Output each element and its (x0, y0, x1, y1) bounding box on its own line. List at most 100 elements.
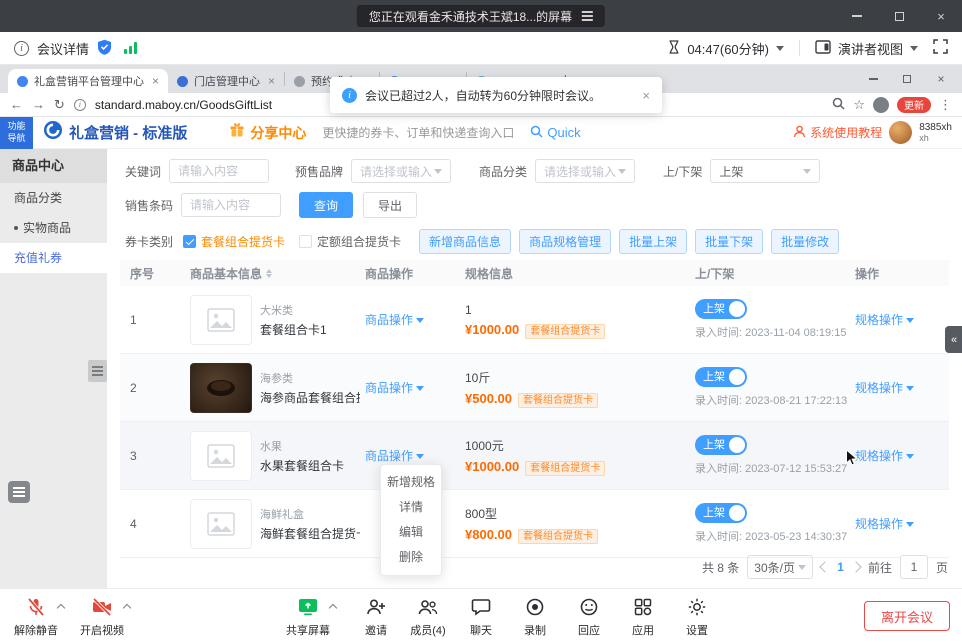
view-mode-selector[interactable]: 演讲者视图 (838, 39, 903, 58)
menu-item-details[interactable]: 详情 (381, 495, 441, 520)
browser-tab-active[interactable]: 礼盒营销平台管理中心 × (8, 69, 168, 93)
product-category: 水果 (260, 438, 344, 454)
brand-select[interactable]: 请选择或输入 (351, 159, 451, 183)
onshelf-toggle[interactable]: 上架 (695, 503, 747, 523)
toast-close-icon[interactable]: × (642, 88, 650, 103)
sort-icon[interactable] (266, 269, 272, 278)
checkbox-package-combo[interactable]: 套餐组合提货卡 (183, 233, 285, 250)
username[interactable]: 8385xh xh (919, 122, 952, 144)
spec-action-dropdown[interactable]: 规格操作 (855, 379, 914, 396)
browser-tab[interactable]: 门店管理中心 × (168, 69, 284, 93)
apps-button[interactable]: 应用 (613, 596, 673, 638)
unmute-button[interactable]: 解除静音 (6, 596, 66, 638)
menu-item-delete[interactable]: 删除 (381, 545, 441, 570)
shelf-label: 上/下架 (663, 163, 702, 180)
barcode-input[interactable] (181, 193, 281, 217)
mic-options-chevron[interactable] (57, 604, 65, 612)
browser-maximize-button[interactable] (890, 65, 924, 93)
batch-onshelf-button[interactable]: 批量上架 (619, 229, 687, 254)
view-dropdown-icon[interactable] (910, 46, 918, 55)
banner-menu-icon[interactable] (582, 11, 593, 21)
function-nav-button[interactable]: 功能 导航 (0, 117, 33, 149)
next-page-icon[interactable] (850, 561, 861, 572)
security-shield-icon[interactable] (97, 39, 112, 58)
spec-action-dropdown[interactable]: 规格操作 (855, 311, 914, 328)
camera-options-chevron[interactable] (123, 604, 131, 612)
product-action-dropdown-open[interactable]: 商品操作 (365, 447, 424, 464)
onshelf-toggle[interactable]: 上架 (695, 299, 747, 319)
settings-button[interactable]: 设置 (667, 596, 727, 638)
export-button[interactable]: 导出 (363, 192, 417, 218)
reload-icon[interactable]: ↻ (54, 97, 65, 113)
current-page[interactable]: 1 (837, 560, 844, 574)
menu-item-add-spec[interactable]: 新增规格 (381, 470, 441, 495)
browser-profile-avatar[interactable] (873, 97, 889, 113)
prev-page-icon[interactable] (820, 561, 831, 572)
browser-minimize-button[interactable] (856, 65, 890, 93)
share-center-link[interactable]: 分享中心 (229, 122, 306, 143)
window-maximize-button[interactable] (878, 0, 920, 32)
react-button[interactable]: 回应 (559, 596, 619, 638)
add-product-button[interactable]: 新增商品信息 (419, 229, 511, 254)
goto-page-input[interactable] (900, 555, 928, 579)
checkbox-fixed-amount[interactable]: 定额组合提货卡 (299, 233, 401, 250)
tab-close-icon[interactable]: × (152, 74, 159, 88)
back-icon[interactable]: ← (10, 97, 23, 112)
window-minimize-button[interactable] (836, 0, 878, 32)
share-options-chevron[interactable] (329, 604, 337, 612)
batch-edit-button[interactable]: 批量修改 (771, 229, 839, 254)
camera-off-icon (91, 596, 113, 617)
forward-icon[interactable]: → (32, 97, 45, 112)
onshelf-toggle[interactable]: 上架 (695, 367, 747, 387)
tab-title: 门店管理中心 (194, 73, 260, 89)
share-screen-button[interactable]: 共享屏幕 (278, 596, 338, 638)
shelf-select[interactable]: 上架 (710, 159, 820, 183)
spec-action-dropdown[interactable]: 规格操作 (855, 447, 914, 464)
batch-offshelf-button[interactable]: 批量下架 (695, 229, 763, 254)
price: ¥800.00 (465, 527, 512, 542)
window-close-button[interactable]: × (920, 0, 962, 32)
card-type-label: 券卡类别 (125, 233, 173, 250)
chevron-down-icon (906, 318, 914, 327)
panel-collapse-button[interactable]: « (945, 326, 962, 353)
chat-button[interactable]: 聊天 (451, 596, 511, 638)
meeting-timer[interactable]: 04:47(60分钟) (687, 39, 769, 58)
category-select[interactable]: 请选择或输入 (535, 159, 635, 183)
sidebar-drag-handle[interactable] (88, 360, 107, 382)
zoom-search-icon[interactable] (832, 97, 845, 113)
browser-close-button[interactable]: × (924, 65, 958, 93)
fullscreen-icon[interactable] (933, 39, 948, 57)
spec-manage-button[interactable]: 商品规格管理 (519, 229, 611, 254)
site-info-icon[interactable]: i (74, 99, 86, 111)
sidebar-item-physical-goods[interactable]: 实物商品 (0, 213, 107, 243)
record-button[interactable]: 录制 (505, 596, 565, 638)
quick-search-link[interactable]: Quick (530, 125, 580, 141)
keyword-input[interactable] (169, 159, 269, 183)
browser-update-button[interactable]: 更新 (897, 97, 931, 113)
onshelf-toggle[interactable]: 上架 (695, 435, 747, 455)
leave-meeting-button[interactable]: 离开会议 (864, 601, 950, 631)
screen-share-banner[interactable]: 您正在观看金禾通技术王斌18...的屏幕 (357, 5, 605, 27)
start-video-button[interactable]: 开启视频 (72, 596, 132, 638)
sidebar-item-product-category[interactable]: 商品分类 (0, 183, 107, 213)
tutorial-link[interactable]: 系统使用教程 (793, 124, 882, 141)
user-avatar[interactable] (889, 121, 912, 144)
product-action-dropdown[interactable]: 商品操作 (365, 379, 424, 396)
meeting-details-link[interactable]: 会议详情 (37, 39, 89, 58)
spec-action-dropdown[interactable]: 规格操作 (855, 515, 914, 532)
members-button[interactable]: 成员(4) (398, 596, 458, 638)
per-page-select[interactable]: 30条/页 (747, 555, 813, 579)
product-action-dropdown[interactable]: 商品操作 (365, 311, 424, 328)
search-button[interactable]: 查询 (299, 192, 353, 218)
sidebar-title-product-center[interactable]: 商品中心 (0, 149, 107, 183)
tab-close-icon[interactable]: × (268, 74, 275, 88)
sidebar-item-recharge-voucher[interactable]: 充值礼券 (0, 243, 107, 273)
app-logo[interactable]: 礼盒营销 - 标准版 (43, 120, 187, 145)
timer-dropdown-icon[interactable] (776, 46, 784, 55)
browser-menu-icon[interactable]: ⋮ (939, 97, 952, 113)
floating-list-button[interactable] (8, 481, 30, 503)
bookmark-star-icon[interactable]: ☆ (853, 97, 865, 113)
network-signal-icon[interactable] (124, 42, 137, 54)
menu-item-edit[interactable]: 编辑 (381, 520, 441, 545)
invite-button[interactable]: 邀请 (346, 596, 406, 638)
